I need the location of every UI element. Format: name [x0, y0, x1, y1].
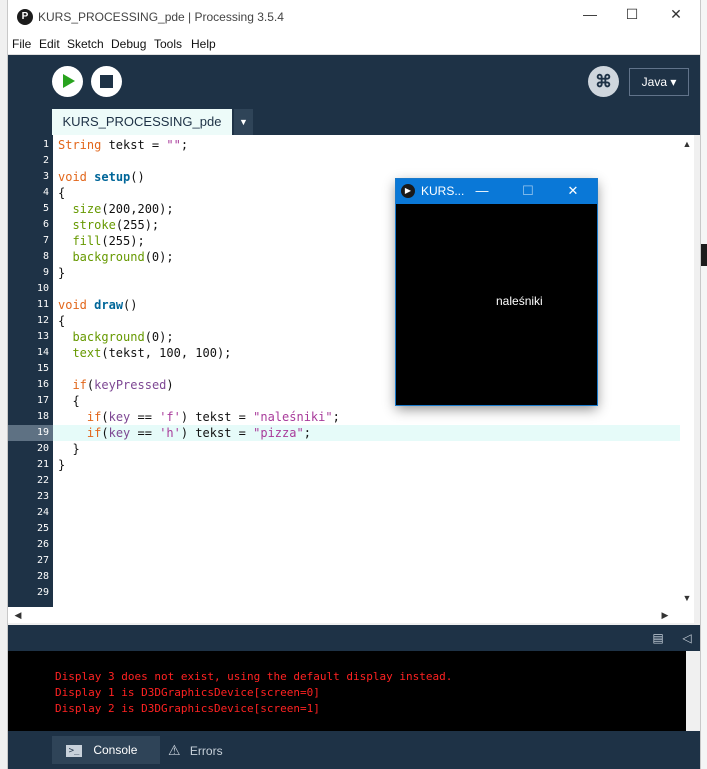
line-number: 25 — [36, 523, 49, 534]
copy-console-icon[interactable]: ▤ — [650, 630, 666, 646]
line-number: 26 — [36, 539, 49, 550]
code-line-9[interactable]: } — [58, 265, 65, 281]
console-header: ▤ ◁ — [8, 625, 700, 651]
code-line-5[interactable]: size(200,200); — [58, 201, 173, 217]
menu-tools[interactable]: Tools — [154, 37, 182, 51]
menu-bar: File Edit Sketch Debug Tools Help — [8, 34, 700, 55]
stop-icon — [100, 75, 113, 88]
line-number: 2 — [42, 155, 49, 166]
window-title: KURS_PROCESSING_pde | Processing 3.5.4 — [38, 10, 284, 24]
line-number: 23 — [36, 491, 49, 502]
line-number: 14 — [36, 347, 49, 358]
console-tab[interactable]: >_ Console — [52, 736, 160, 764]
line-number: 7 — [42, 235, 49, 246]
mode-selector[interactable]: Java ▾ — [629, 68, 689, 96]
sketch-maximize-button[interactable]: ☐ — [516, 182, 540, 200]
menu-sketch[interactable]: Sketch — [67, 37, 104, 51]
line-number: 18 — [36, 411, 49, 422]
console-output: Display 3 does not exist, using the defa… — [8, 651, 686, 731]
sketch-title: KURS... — [421, 184, 465, 198]
code-line-6[interactable]: stroke(255); — [58, 217, 159, 233]
processing-logo-icon: P — [17, 9, 33, 25]
line-number: 15 — [36, 363, 49, 374]
background-strip — [0, 0, 8, 769]
code-line-7[interactable]: fill(255); — [58, 233, 144, 249]
minimize-button[interactable]: — — [568, 6, 612, 28]
scroll-left-icon[interactable]: ◀ — [11, 608, 25, 622]
footer-tabs: >_ Console ⚠ Errors — [8, 731, 700, 769]
sketch-play-icon: ▶ — [401, 184, 415, 198]
menu-edit[interactable]: Edit — [39, 37, 60, 51]
line-number: 28 — [36, 571, 49, 582]
run-button[interactable] — [52, 66, 83, 97]
code-line-4[interactable]: { — [58, 185, 65, 201]
line-number: 27 — [36, 555, 49, 566]
code-line-14[interactable]: text(tekst, 100, 100); — [58, 345, 231, 361]
sketch-title-bar[interactable]: ▶ KURS... — ☐ ✕ — [396, 179, 597, 204]
line-number: 17 — [36, 395, 49, 406]
console-line: Display 1 is D3DGraphicsDevice[screen=0] — [55, 686, 320, 699]
debugger-button[interactable]: ⌘ — [588, 66, 619, 97]
code-line-18[interactable]: if(key == 'f') tekst = "naleśniki"; — [58, 409, 340, 425]
scroll-down-icon[interactable]: ▼ — [680, 591, 694, 605]
line-number: 21 — [36, 459, 49, 470]
play-icon — [63, 74, 75, 88]
sketch-close-button[interactable]: ✕ — [561, 182, 585, 200]
tab-kurs-processing[interactable]: KURS_PROCESSING_pde — [52, 109, 232, 135]
collapse-console-icon[interactable]: ◁ — [679, 630, 695, 646]
toolbar: ⌘ Java ▾ KURS_PROCESSING_pde ▼ — [8, 55, 700, 135]
line-number: 9 — [42, 267, 49, 278]
menu-file[interactable]: File — [12, 37, 31, 51]
scroll-right-icon[interactable]: ▶ — [658, 608, 672, 622]
line-number: 10 — [36, 283, 49, 294]
line-number: 12 — [36, 315, 49, 326]
code-line-19[interactable]: if(key == 'h') tekst = "pizza"; — [58, 425, 311, 441]
code-line-16[interactable]: if(keyPressed) — [58, 377, 173, 393]
line-number: 29 — [36, 587, 49, 598]
line-number: 8 — [42, 251, 49, 262]
console-line: Display 3 does not exist, using the defa… — [55, 670, 453, 683]
line-number: 13 — [36, 331, 49, 342]
background-right-edge — [700, 0, 707, 769]
line-number: 1 — [42, 139, 49, 150]
editor-horizontal-scrollbar[interactable]: ◀ ▶ — [8, 607, 694, 623]
code-line-1[interactable]: String tekst = ""; — [58, 137, 188, 153]
console-line: Display 2 is D3DGraphicsDevice[screen=1] — [55, 702, 320, 715]
code-line-20[interactable]: } — [58, 441, 79, 457]
warning-icon: ⚠ — [168, 742, 181, 758]
line-number: 20 — [36, 443, 49, 454]
errors-tab[interactable]: ⚠ Errors — [166, 736, 246, 764]
code-line-12[interactable]: { — [58, 313, 65, 329]
code-line-21[interactable]: } — [58, 457, 65, 473]
stop-button[interactable] — [91, 66, 122, 97]
sketch-canvas-text: naleśniki — [496, 294, 543, 308]
line-number: 5 — [42, 203, 49, 214]
line-number: 16 — [36, 379, 49, 390]
title-bar: P KURS_PROCESSING_pde | Processing 3.5.4… — [8, 0, 700, 34]
line-number: 11 — [36, 299, 49, 310]
maximize-button[interactable]: ☐ — [610, 6, 654, 28]
console-icon: >_ — [66, 744, 82, 757]
line-number: 19 — [36, 427, 49, 438]
line-number: 24 — [36, 507, 49, 518]
scroll-up-icon[interactable]: ▲ — [680, 137, 694, 151]
line-number: 6 — [42, 219, 49, 230]
line-number: 4 — [42, 187, 49, 198]
line-number: 3 — [42, 171, 49, 182]
menu-debug[interactable]: Debug — [111, 37, 146, 51]
editor-vertical-scrollbar[interactable]: ▲ ▼ — [680, 135, 694, 607]
code-line-11[interactable]: void draw() — [58, 297, 138, 313]
tab-menu-arrow-icon[interactable]: ▼ — [234, 109, 253, 135]
sketch-minimize-button[interactable]: — — [470, 182, 494, 200]
code-line-8[interactable]: background(0); — [58, 249, 173, 265]
background-right-fragment — [700, 244, 707, 266]
console-scrollbar[interactable] — [686, 651, 700, 731]
menu-help[interactable]: Help — [191, 37, 216, 51]
close-button[interactable]: ✕ — [654, 6, 698, 28]
code-line-17[interactable]: { — [58, 393, 79, 409]
code-line-13[interactable]: background(0); — [58, 329, 173, 345]
code-line-3[interactable]: void setup() — [58, 169, 145, 185]
sketch-window[interactable]: ▶ KURS... — ☐ ✕ naleśniki — [396, 179, 597, 405]
line-number: 22 — [36, 475, 49, 486]
